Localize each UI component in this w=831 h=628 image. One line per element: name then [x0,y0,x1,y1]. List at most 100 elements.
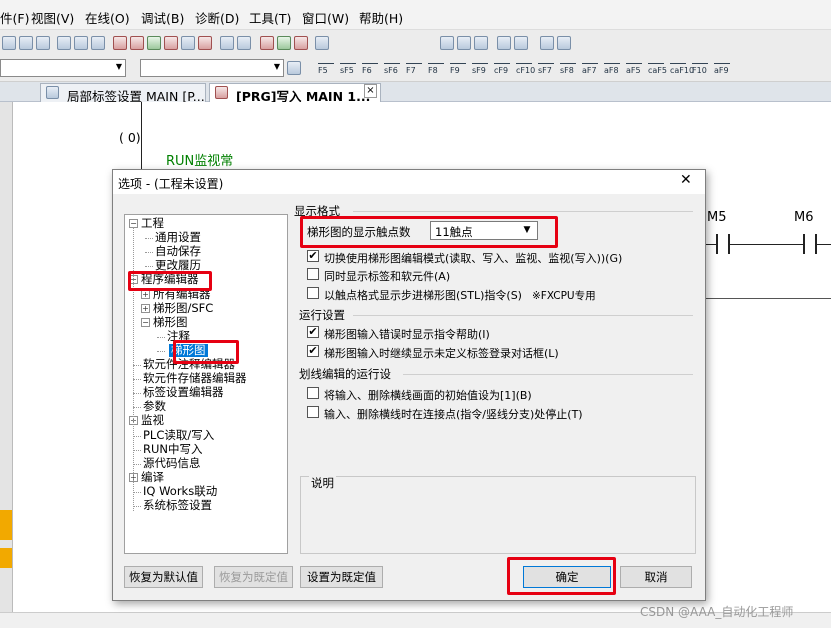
close-icon[interactable]: × [364,84,377,98]
collapse-icon[interactable]: − [141,317,150,327]
ladder-key-button[interactable]: F7 [406,63,422,75]
menu-window[interactable]: 窗口(W) [302,8,349,27]
switch-edit-mode-checkbox[interactable]: ✔ [307,250,319,262]
options-icon[interactable] [315,36,329,50]
undefined-label-label: 梯形图输入时继续显示未定义标签登录对话框(L) [324,347,559,360]
tree-item[interactable]: 编译 [141,470,164,484]
find-icon[interactable] [74,36,88,50]
undefined-label-checkbox[interactable]: ✔ [307,345,319,357]
options-tree[interactable]: − 工程 通用设置 自动保存 更改履历 − 程序编辑器 + 所有编辑器 + 梯形图/SFC − 梯形图注… [124,214,288,554]
ladder-row-icon[interactable] [474,36,488,50]
tree-item[interactable]: 通用设置 [155,231,201,244]
menu-view[interactable]: 视图(V) [31,8,74,27]
convert-icon[interactable] [277,36,291,50]
ladder-key-button[interactable]: sF8 [560,63,576,75]
show-label-device-checkbox[interactable] [307,268,319,280]
tree-item[interactable]: 标签设置编辑器 [143,386,224,399]
ladder-key-button[interactable]: cF10 [516,63,535,75]
restore-preset-button[interactable]: 恢复为既定值 [214,566,293,588]
ladder-key-button[interactable]: caF10 [670,63,694,75]
left-dock-strip[interactable] [0,102,13,612]
stop-at-junction-checkbox[interactable] [307,406,319,418]
ladder-paste-icon[interactable] [540,36,554,50]
tree-item[interactable]: IQ Works联动 [143,484,217,498]
monitor-stop-icon[interactable] [198,36,212,50]
program-combo[interactable]: ▼ [140,59,284,77]
tree-item[interactable]: 工程 [141,217,164,230]
stl-contact-checkbox[interactable] [307,287,319,299]
ladder-undo-icon[interactable] [557,36,571,50]
tree-item[interactable]: PLC读取/写入 [143,428,214,442]
tree-item[interactable]: 源代码信息 [143,456,201,470]
ladder-key-button[interactable]: F5 [318,63,334,75]
ladder-key-button[interactable]: aF8 [604,63,620,75]
ladder-key-button[interactable]: aF5 [626,63,642,75]
undo-icon[interactable] [19,36,33,50]
cancel-button[interactable]: 取消 [620,566,692,588]
remote-icon[interactable] [164,36,178,50]
replace-icon[interactable] [91,36,105,50]
ladder-key-button[interactable]: aF7 [582,63,598,75]
new-icon[interactable] [2,36,16,50]
dock-tab[interactable] [0,548,12,568]
redo-icon[interactable] [36,36,50,50]
project-combo[interactable]: ▼ [0,59,126,77]
menu-diagnostics[interactable]: 诊断(D) [195,8,239,27]
close-icon[interactable]: ✕ [680,172,692,188]
menu-tools[interactable]: 工具(T) [249,8,291,27]
ladder-key-button[interactable]: aF9 [714,63,730,75]
diagnostics-icon[interactable] [260,36,274,50]
menu-file[interactable]: 件(F) [0,8,29,27]
tree-item[interactable]: 梯形图/SFC [153,301,213,315]
set-preset-button[interactable]: 设置为既定值 [300,566,383,588]
contact-symbol-icon [714,63,730,64]
ladder-key-button[interactable]: caF5 [648,63,667,75]
tree-item[interactable]: 自动保存 [155,245,201,258]
ladder-key-button[interactable]: sF9 [472,63,488,75]
monitor-icon[interactable] [181,36,195,50]
restore-default-button[interactable]: 恢复为默认值 [124,566,203,588]
menu-help[interactable]: 帮助(H) [359,8,403,27]
init-value-checkbox[interactable] [307,387,319,399]
ladder-key-button[interactable]: F6 [362,63,378,75]
write-plc-icon[interactable] [130,36,144,50]
ladder-key-label: sF7 [538,66,552,75]
tree-item[interactable]: 监视 [141,414,164,427]
expand-icon[interactable]: + [141,303,150,313]
ladder-key-button[interactable]: F10 [692,63,708,75]
ladder-delete-icon[interactable] [457,36,471,50]
tab-local-labels[interactable]: 局部标签设置 MAIN [P... [40,83,206,104]
contact[interactable] [803,234,817,254]
contact-symbol-icon [538,63,554,64]
menu-online[interactable]: 在线(O) [85,8,130,27]
ladder-key-button[interactable]: F9 [450,63,466,75]
convert-all-icon[interactable] [294,36,308,50]
tree-item[interactable]: 梯形图 [153,315,188,329]
menu-bar: 件(F) 视图(V) 在线(O) 调试(B) 诊断(D) 工具(T) 窗口(W)… [0,0,831,30]
ladder-key-button[interactable]: cF9 [494,63,510,75]
read-plc-icon[interactable] [113,36,127,50]
ladder-insert-icon[interactable] [440,36,454,50]
ladder-key-button[interactable]: sF5 [340,63,356,75]
tree-item[interactable]: 参数 [143,400,166,413]
tab-program-write[interactable]: [PRG]写入 MAIN 1... × [209,83,381,104]
batch-monitor-icon[interactable] [237,36,251,50]
ladder-col-icon[interactable] [497,36,511,50]
contact[interactable] [716,234,730,254]
show-help-checkbox[interactable]: ✔ [307,326,319,338]
menu-debug[interactable]: 调试(B) [141,8,184,27]
tree-item[interactable]: 系统标签设置 [143,499,212,512]
verify-icon[interactable] [147,36,161,50]
device-test-icon[interactable] [220,36,234,50]
ladder-key-button[interactable]: sF6 [384,63,400,75]
contact-label: M5 [707,210,727,225]
ladder-copy-icon[interactable] [514,36,528,50]
tree-item[interactable]: 软元件存储器编辑器 [143,372,247,385]
ladder-key-button[interactable]: sF7 [538,63,554,75]
tree-connector [145,252,153,254]
tree-item[interactable]: RUN中写入 [143,442,203,456]
dock-tab[interactable] [0,510,12,540]
ladder-key-button[interactable]: F8 [428,63,444,75]
device-icon[interactable] [57,36,71,50]
document-icon[interactable] [287,61,301,75]
